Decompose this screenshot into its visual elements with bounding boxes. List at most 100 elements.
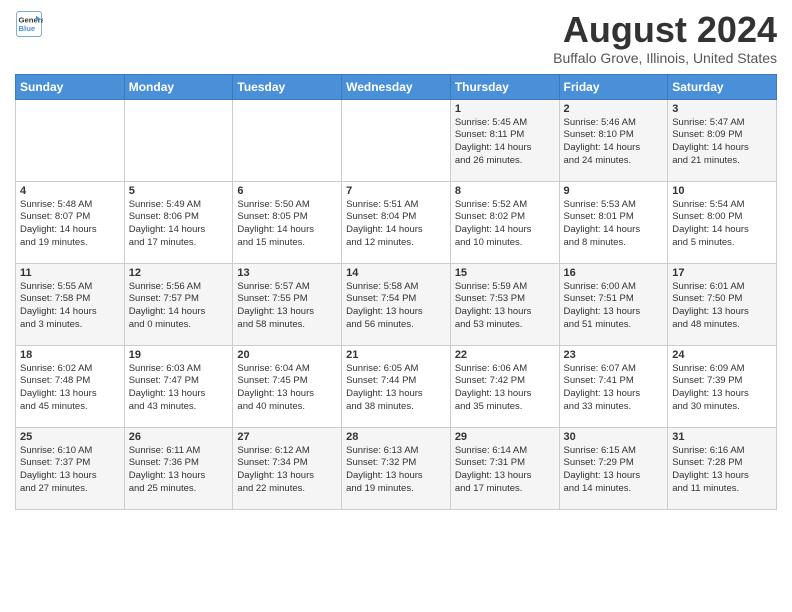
day-number: 24	[672, 349, 772, 361]
col-thursday: Thursday	[450, 74, 559, 99]
calendar-cell: 22Sunrise: 6:06 AM Sunset: 7:42 PM Dayli…	[450, 345, 559, 427]
calendar-cell	[16, 99, 125, 181]
calendar-cell: 3 Sunrise: 5:47 AM Sunset: 8:09 PM Daylig…	[668, 99, 777, 181]
calendar-header: Sunday Monday Tuesday Wednesday Thursday…	[16, 74, 777, 99]
calendar-cell: 7 Sunrise: 5:51 AM Sunset: 8:04 PM Daylig…	[342, 181, 451, 263]
day-info: Sunrise: 5:58 AM Sunset: 7:54 PM Dayligh…	[346, 281, 446, 332]
calendar-cell	[124, 99, 233, 181]
day-info: Sunrise: 6:12 AM Sunset: 7:34 PM Dayligh…	[237, 445, 337, 496]
calendar-subtitle: Buffalo Grove, Illinois, United States	[553, 50, 777, 66]
day-number: 27	[237, 431, 337, 443]
calendar-cell: 26 Sunrise: 6:11 AM Sunset: 7:36 PM Dayli…	[124, 427, 233, 509]
calendar-cell: 28 Sunrise: 6:13 AM Sunset: 7:32 PM Dayli…	[342, 427, 451, 509]
calendar-cell: 23 Sunrise: 6:07 AM Sunset: 7:41 PM Dayli…	[559, 345, 668, 427]
calendar-body: 1 Sunrise: 5:45 AM Sunset: 8:11 PM Daylig…	[16, 99, 777, 509]
calendar-cell: 17 Sunrise: 6:01 AM Sunset: 7:50 PM Dayli…	[668, 263, 777, 345]
day-info: Sunrise: 5:46 AM Sunset: 8:10 PM Dayligh…	[564, 117, 664, 168]
calendar-cell: 12 Sunrise: 5:56 AM Sunset: 7:57 PM Dayli…	[124, 263, 233, 345]
day-info: Sunrise: 5:51 AM Sunset: 8:04 PM Dayligh…	[346, 199, 446, 250]
day-number: 10	[672, 185, 772, 197]
day-info: Sunrise: 6:03 AM Sunset: 7:47 PM Dayligh…	[129, 363, 229, 414]
svg-text:General: General	[19, 16, 44, 25]
col-friday: Friday	[559, 74, 668, 99]
calendar-cell: 30Sunrise: 6:15 AM Sunset: 7:29 PM Dayli…	[559, 427, 668, 509]
day-number: 22	[455, 349, 555, 361]
calendar-cell: 21Sunrise: 6:05 AM Sunset: 7:44 PM Dayli…	[342, 345, 451, 427]
day-info: Sunrise: 5:52 AM Sunset: 8:02 PM Dayligh…	[455, 199, 555, 250]
day-number: 3	[672, 103, 772, 115]
day-number: 30	[564, 431, 664, 443]
col-wednesday: Wednesday	[342, 74, 451, 99]
day-number: 20	[237, 349, 337, 361]
day-number: 15	[455, 267, 555, 279]
day-number: 19	[129, 349, 229, 361]
calendar-cell: 25Sunrise: 6:10 AM Sunset: 7:37 PM Dayli…	[16, 427, 125, 509]
day-number: 2	[564, 103, 664, 115]
day-info: Sunrise: 5:59 AM Sunset: 7:53 PM Dayligh…	[455, 281, 555, 332]
page-header: General Blue August 2024 Buffalo Grove, …	[15, 10, 777, 66]
day-info: Sunrise: 5:50 AM Sunset: 8:05 PM Dayligh…	[237, 199, 337, 250]
day-info: Sunrise: 5:45 AM Sunset: 8:11 PM Dayligh…	[455, 117, 555, 168]
day-number: 4	[20, 185, 120, 197]
calendar-cell: 1 Sunrise: 5:45 AM Sunset: 8:11 PM Daylig…	[450, 99, 559, 181]
calendar-week-5: 25Sunrise: 6:10 AM Sunset: 7:37 PM Dayli…	[16, 427, 777, 509]
calendar-cell: 6 Sunrise: 5:50 AM Sunset: 8:05 PM Daylig…	[233, 181, 342, 263]
calendar-cell	[342, 99, 451, 181]
calendar-week-1: 1 Sunrise: 5:45 AM Sunset: 8:11 PM Daylig…	[16, 99, 777, 181]
day-number: 12	[129, 267, 229, 279]
calendar-cell: 20 Sunrise: 6:04 AM Sunset: 7:45 PM Dayli…	[233, 345, 342, 427]
day-number: 26	[129, 431, 229, 443]
calendar-cell: 18Sunrise: 6:02 AM Sunset: 7:48 PM Dayli…	[16, 345, 125, 427]
logo: General Blue	[15, 10, 43, 38]
day-number: 5	[129, 185, 229, 197]
day-number: 17	[672, 267, 772, 279]
day-info: Sunrise: 6:13 AM Sunset: 7:32 PM Dayligh…	[346, 445, 446, 496]
day-number: 9	[564, 185, 664, 197]
calendar-cell: 31 Sunrise: 6:16 AM Sunset: 7:28 PM Dayli…	[668, 427, 777, 509]
day-number: 6	[237, 185, 337, 197]
calendar-cell: 29Sunrise: 6:14 AM Sunset: 7:31 PM Dayli…	[450, 427, 559, 509]
calendar-cell: 19 Sunrise: 6:03 AM Sunset: 7:47 PM Dayli…	[124, 345, 233, 427]
calendar-cell: 8 Sunrise: 5:52 AM Sunset: 8:02 PM Daylig…	[450, 181, 559, 263]
calendar-cell: 2 Sunrise: 5:46 AM Sunset: 8:10 PM Daylig…	[559, 99, 668, 181]
day-info: Sunrise: 6:07 AM Sunset: 7:41 PM Dayligh…	[564, 363, 664, 414]
day-info: Sunrise: 6:16 AM Sunset: 7:28 PM Dayligh…	[672, 445, 772, 496]
calendar-cell: 5Sunrise: 5:49 AM Sunset: 8:06 PM Daylig…	[124, 181, 233, 263]
calendar-week-3: 11Sunrise: 5:55 AM Sunset: 7:58 PM Dayli…	[16, 263, 777, 345]
calendar-title: August 2024	[553, 10, 777, 50]
day-number: 13	[237, 267, 337, 279]
day-info: Sunrise: 6:10 AM Sunset: 7:37 PM Dayligh…	[20, 445, 120, 496]
day-number: 18	[20, 349, 120, 361]
col-saturday: Saturday	[668, 74, 777, 99]
day-number: 14	[346, 267, 446, 279]
header-row: Sunday Monday Tuesday Wednesday Thursday…	[16, 74, 777, 99]
day-info: Sunrise: 6:01 AM Sunset: 7:50 PM Dayligh…	[672, 281, 772, 332]
calendar-week-4: 18Sunrise: 6:02 AM Sunset: 7:48 PM Dayli…	[16, 345, 777, 427]
calendar-cell: 14 Sunrise: 5:58 AM Sunset: 7:54 PM Dayli…	[342, 263, 451, 345]
calendar-cell: 9 Sunrise: 5:53 AM Sunset: 8:01 PM Daylig…	[559, 181, 668, 263]
day-info: Sunrise: 5:56 AM Sunset: 7:57 PM Dayligh…	[129, 281, 229, 332]
logo-icon: General Blue	[15, 10, 43, 38]
svg-text:Blue: Blue	[19, 24, 36, 33]
title-section: August 2024 Buffalo Grove, Illinois, Uni…	[553, 10, 777, 66]
day-number: 8	[455, 185, 555, 197]
day-number: 1	[455, 103, 555, 115]
day-number: 28	[346, 431, 446, 443]
day-number: 31	[672, 431, 772, 443]
day-info: Sunrise: 6:00 AM Sunset: 7:51 PM Dayligh…	[564, 281, 664, 332]
calendar-cell: 11Sunrise: 5:55 AM Sunset: 7:58 PM Dayli…	[16, 263, 125, 345]
day-info: Sunrise: 5:53 AM Sunset: 8:01 PM Dayligh…	[564, 199, 664, 250]
day-number: 21	[346, 349, 446, 361]
day-info: Sunrise: 5:47 AM Sunset: 8:09 PM Dayligh…	[672, 117, 772, 168]
day-info: Sunrise: 6:11 AM Sunset: 7:36 PM Dayligh…	[129, 445, 229, 496]
day-number: 7	[346, 185, 446, 197]
day-info: Sunrise: 5:57 AM Sunset: 7:55 PM Dayligh…	[237, 281, 337, 332]
day-info: Sunrise: 5:48 AM Sunset: 8:07 PM Dayligh…	[20, 199, 120, 250]
day-info: Sunrise: 6:04 AM Sunset: 7:45 PM Dayligh…	[237, 363, 337, 414]
calendar-cell: 13 Sunrise: 5:57 AM Sunset: 7:55 PM Dayli…	[233, 263, 342, 345]
day-info: Sunrise: 5:54 AM Sunset: 8:00 PM Dayligh…	[672, 199, 772, 250]
day-number: 11	[20, 267, 120, 279]
col-sunday: Sunday	[16, 74, 125, 99]
day-number: 23	[564, 349, 664, 361]
calendar-table: Sunday Monday Tuesday Wednesday Thursday…	[15, 74, 777, 510]
